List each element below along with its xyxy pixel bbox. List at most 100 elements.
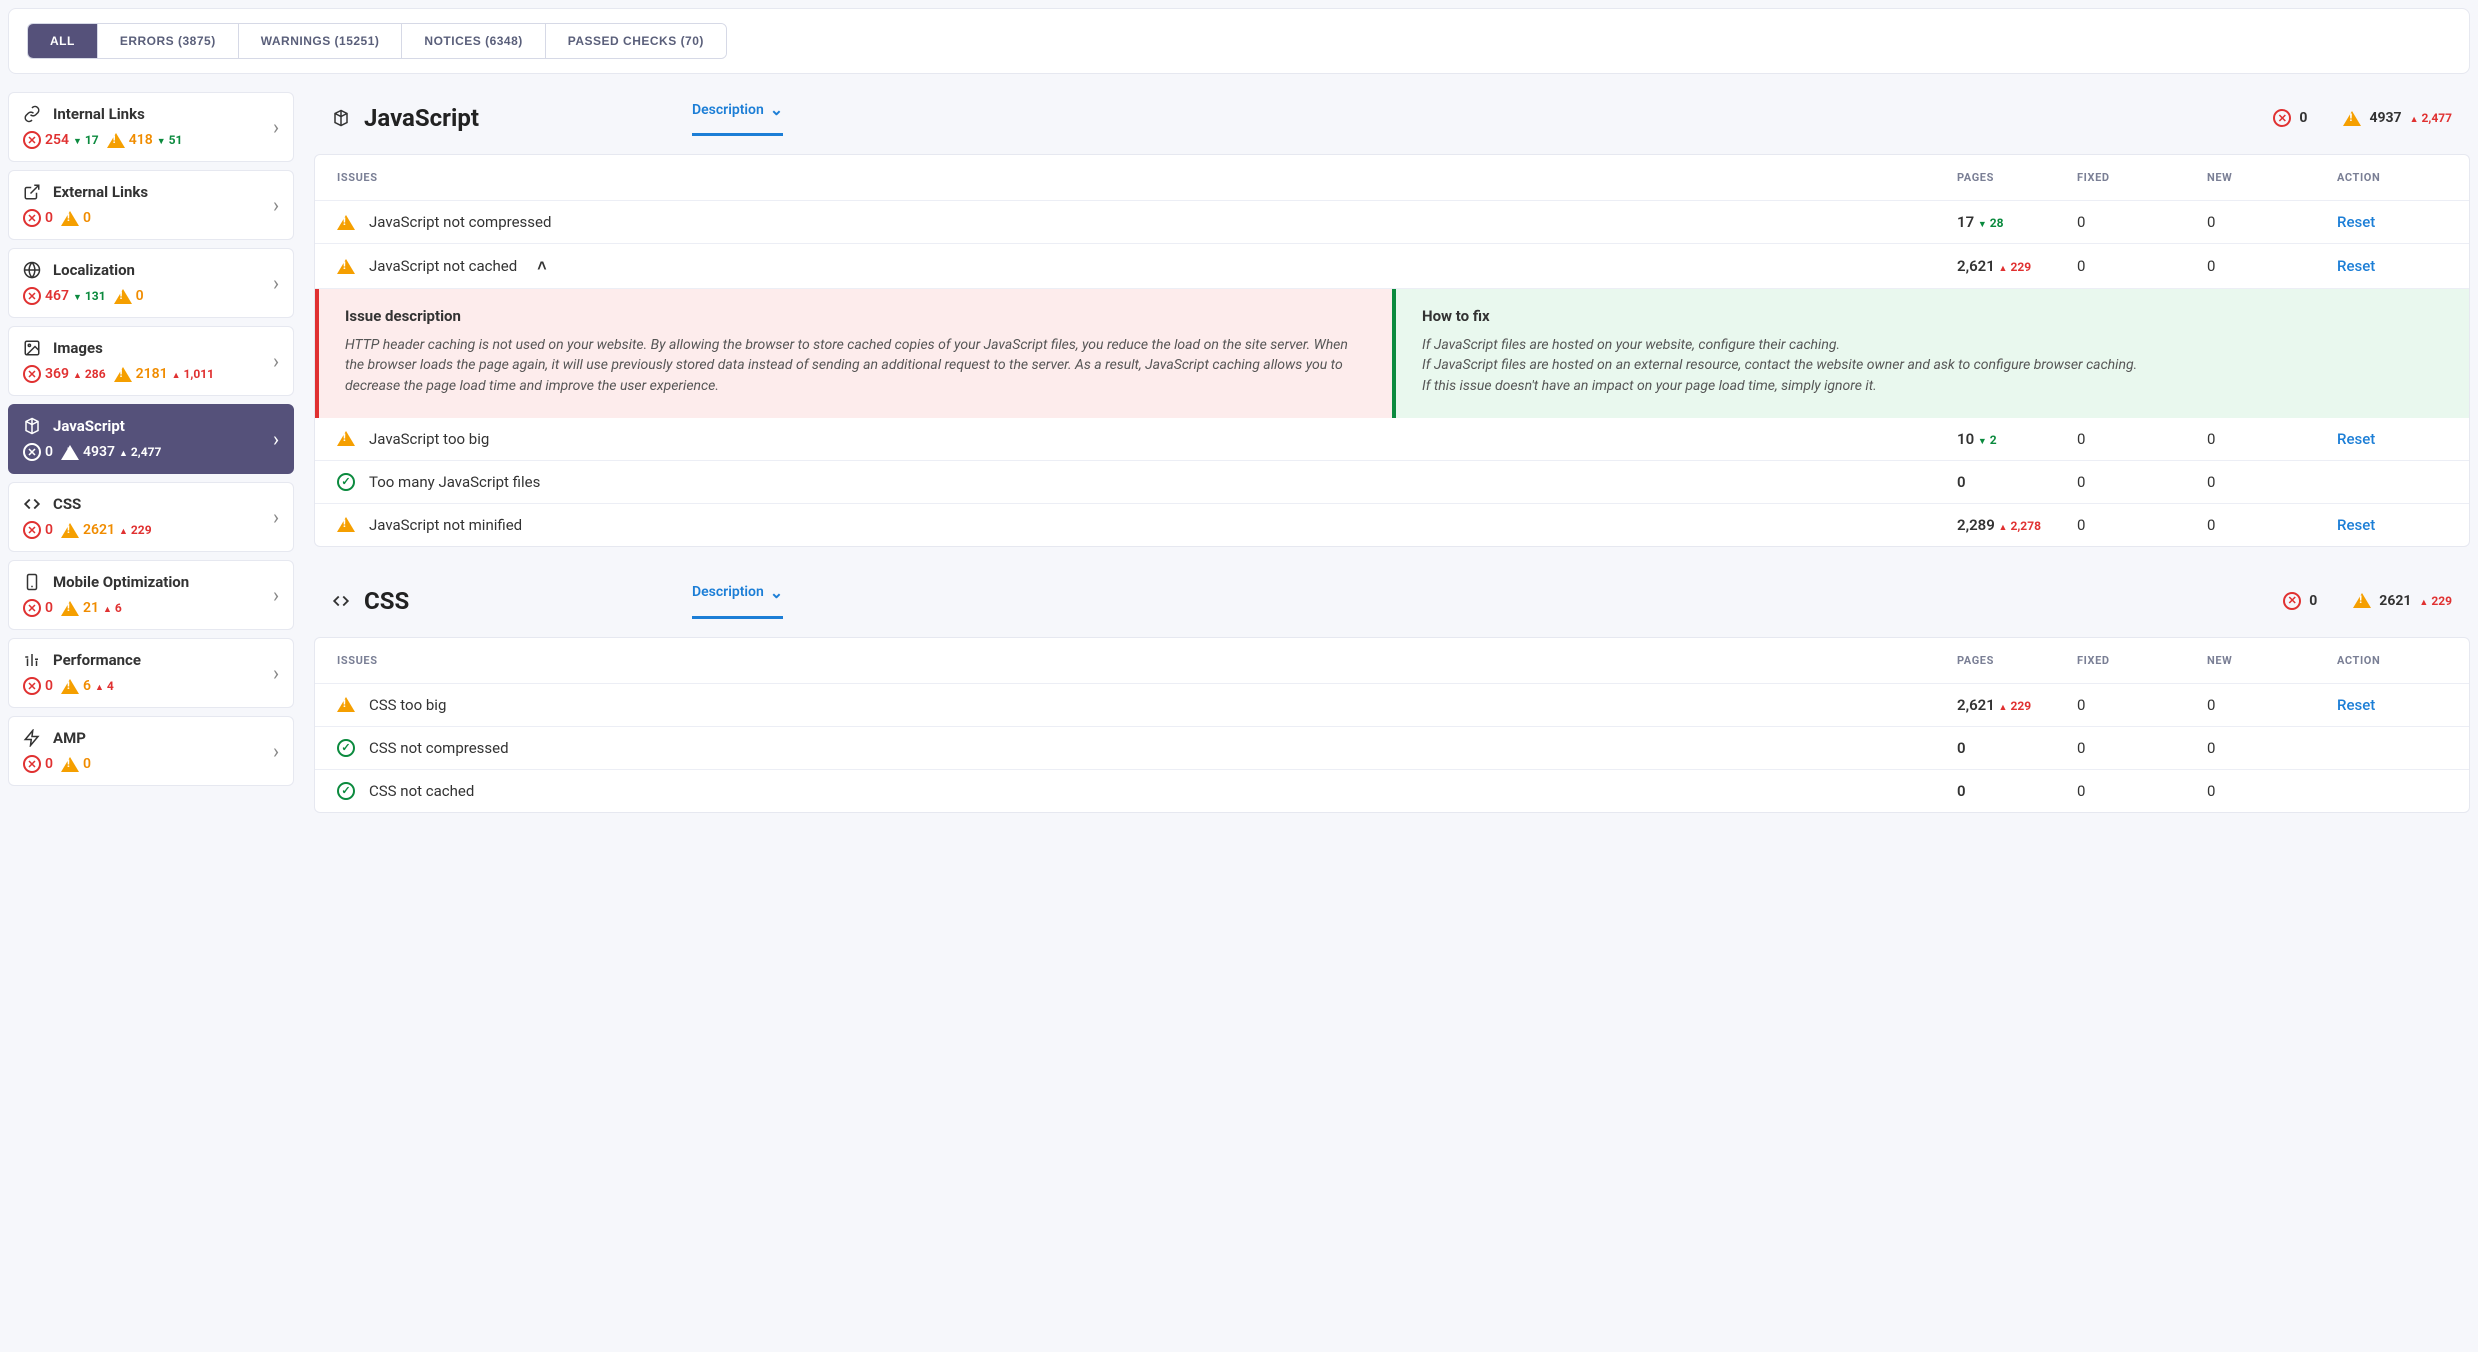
fixed-cell: 0	[2077, 213, 2207, 231]
error-count: ✕ 467 131	[23, 287, 106, 305]
chevron-right-icon	[273, 583, 279, 607]
issue-row[interactable]: JavaScript not cached 2,621 22900Reset	[315, 244, 2469, 289]
table-header: ISSUESPAGESFIXEDNEWACTION	[315, 155, 2469, 201]
description-toggle[interactable]: Description	[692, 583, 783, 619]
error-icon: ✕	[23, 599, 41, 617]
warning-delta: 229	[119, 523, 152, 537]
warning-icon	[337, 431, 355, 446]
warning-delta: 6	[103, 601, 122, 615]
reset-button[interactable]: Reset	[2337, 257, 2375, 275]
pages-cell: 2,289 2,278	[1957, 516, 2077, 534]
error-count: ✕ 254 17	[23, 131, 99, 149]
error-icon: ✕	[23, 209, 41, 227]
issue-row[interactable]: ✓ Too many JavaScript files000	[315, 461, 2469, 504]
warning-delta: 51	[157, 133, 183, 147]
filter-tab[interactable]: WARNINGS (15251)	[239, 24, 403, 58]
filter-tab[interactable]: ERRORS (3875)	[98, 24, 239, 58]
new-cell: 0	[2207, 213, 2337, 231]
chevron-right-icon	[273, 661, 279, 685]
error-icon: ✕	[23, 287, 41, 305]
chevron-up-icon	[537, 256, 546, 276]
passed-icon: ✓	[337, 782, 355, 800]
section-css: CSSDescription ✕ 0 2621 229ISSUESPAGESFI…	[314, 575, 2470, 813]
reset-button[interactable]: Reset	[2337, 516, 2375, 534]
error-count: ✕ 0	[23, 677, 53, 695]
fixed-cell: 0	[2077, 516, 2207, 534]
issue-name: JavaScript not compressed	[369, 213, 551, 231]
chevron-right-icon	[273, 271, 279, 295]
sidebar: Internal Links✕ 254 17 418 51 External Li…	[8, 92, 294, 813]
passed-icon: ✓	[337, 473, 355, 491]
section-error-total: ✕ 0	[2283, 592, 2317, 610]
issue-row[interactable]: ✓ CSS not compressed000	[315, 727, 2469, 770]
warning-count: 4937 2,477	[61, 444, 161, 460]
chevron-right-icon	[273, 115, 279, 139]
reset-button[interactable]: Reset	[2337, 696, 2375, 714]
fixed-cell: 0	[2077, 257, 2207, 275]
warning-count: 0	[61, 210, 91, 226]
reset-button[interactable]: Reset	[2337, 213, 2375, 231]
filter-tab-group: ALLERRORS (3875)WARNINGS (15251)NOTICES …	[27, 23, 727, 59]
issue-name: JavaScript not minified	[369, 516, 522, 534]
new-cell: 0	[2207, 430, 2337, 448]
error-icon: ✕	[23, 677, 41, 695]
issue-row[interactable]: JavaScript not compressed17 2800Reset	[315, 201, 2469, 244]
sidebar-item-images[interactable]: Images✕ 369 286 2181 1,011	[8, 326, 294, 396]
error-count: ✕ 0	[23, 443, 53, 461]
issue-name: JavaScript too big	[369, 430, 489, 448]
filter-tab[interactable]: ALL	[28, 24, 98, 58]
issue-row[interactable]: JavaScript not minified2,289 2,27800Rese…	[315, 504, 2469, 546]
warning-icon	[61, 211, 79, 226]
new-cell: 0	[2207, 257, 2337, 275]
issue-detail: Issue descriptionHTTP header caching is …	[315, 289, 2469, 418]
perf-icon	[23, 651, 41, 669]
sidebar-item-performance[interactable]: Performance✕ 0 6 4	[8, 638, 294, 708]
issue-row[interactable]: CSS too big2,621 22900Reset	[315, 684, 2469, 727]
error-icon: ✕	[23, 365, 41, 383]
sidebar-item-css[interactable]: CSS✕ 0 2621 229	[8, 482, 294, 552]
table-header: ISSUESPAGESFIXEDNEWACTION	[315, 638, 2469, 684]
issue-row[interactable]: ✓ CSS not cached000	[315, 770, 2469, 812]
js-icon	[23, 417, 41, 435]
issue-name: CSS not compressed	[369, 739, 509, 757]
main-content: JavaScriptDescription ✕ 0 4937 2,477ISSU…	[314, 92, 2470, 813]
mobile-icon	[23, 573, 41, 591]
sidebar-item-internal-links[interactable]: Internal Links✕ 254 17 418 51	[8, 92, 294, 162]
sidebar-item-title: Performance	[53, 651, 141, 669]
pages-cell: 0	[1957, 782, 2077, 800]
sidebar-item-title: Images	[53, 339, 103, 357]
sidebar-item-localization[interactable]: Localization✕ 467 131 0	[8, 248, 294, 318]
error-delta: 17	[73, 133, 99, 147]
warning-icon	[337, 259, 355, 274]
issue-name: CSS not cached	[369, 782, 474, 800]
warning-icon	[61, 445, 79, 460]
pages-cell: 17 28	[1957, 213, 2077, 231]
bolt-icon	[23, 729, 41, 747]
chevron-right-icon	[273, 427, 279, 451]
issue-description-heading: Issue description	[345, 307, 1366, 325]
warning-count: 6 4	[61, 678, 114, 694]
pages-cell: 0	[1957, 739, 2077, 757]
code-icon	[23, 495, 41, 513]
chevron-right-icon	[273, 505, 279, 529]
chevron-right-icon	[273, 193, 279, 217]
warning-count: 418 51	[107, 132, 183, 148]
chevron-down-icon	[770, 583, 783, 602]
sidebar-item-mobile-optimization[interactable]: Mobile Optimization✕ 0 21 6	[8, 560, 294, 630]
filter-tab[interactable]: PASSED CHECKS (70)	[546, 24, 726, 58]
sidebar-item-amp[interactable]: AMP✕ 0 0	[8, 716, 294, 786]
warning-icon	[61, 679, 79, 694]
new-cell: 0	[2207, 516, 2337, 534]
reset-button[interactable]: Reset	[2337, 430, 2375, 448]
issue-row[interactable]: JavaScript too big10 200Reset	[315, 418, 2469, 461]
description-toggle[interactable]: Description	[692, 100, 783, 136]
warning-delta: 4	[95, 679, 114, 693]
pages-cell: 2,621 229	[1957, 257, 2077, 275]
new-cell: 0	[2207, 473, 2337, 491]
filter-tab[interactable]: NOTICES (6348)	[402, 24, 545, 58]
error-count: ✕ 0	[23, 209, 53, 227]
sidebar-item-external-links[interactable]: External Links✕ 0 0	[8, 170, 294, 240]
issue-name: CSS too big	[369, 696, 446, 714]
sidebar-item-javascript[interactable]: JavaScript✕ 0 4937 2,477	[8, 404, 294, 474]
image-icon	[23, 339, 41, 357]
